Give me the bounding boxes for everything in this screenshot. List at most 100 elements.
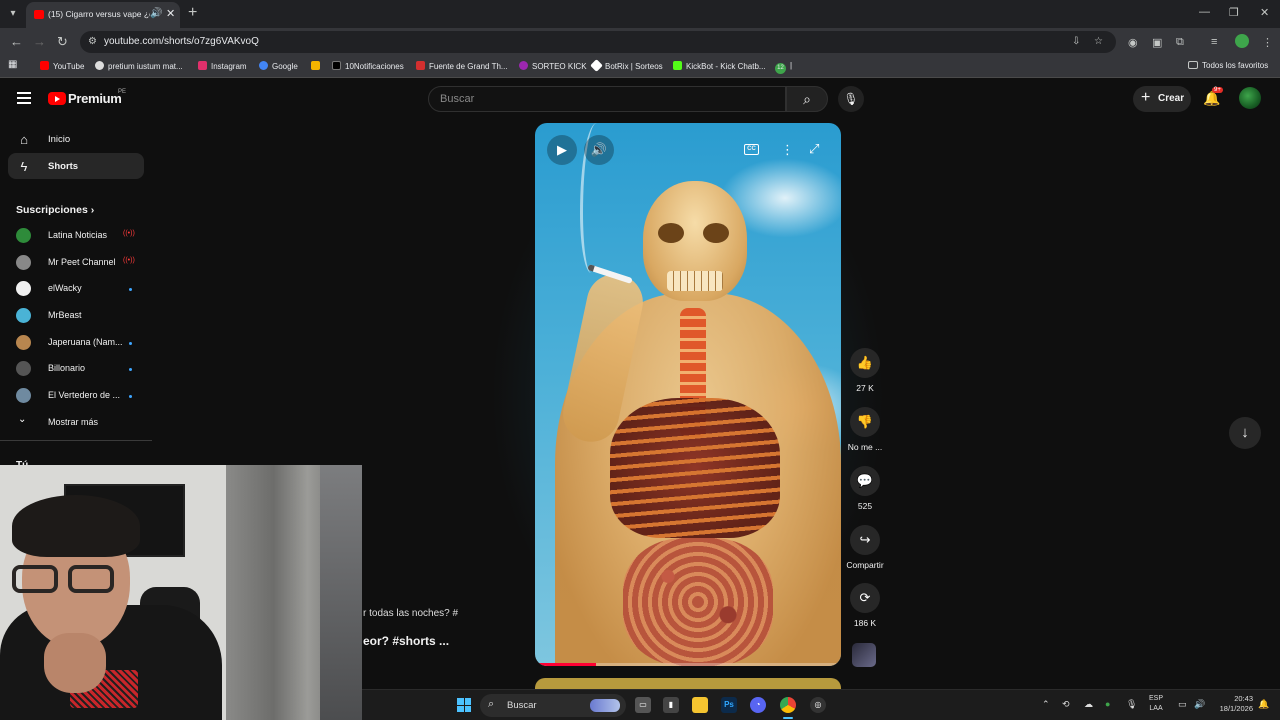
file-explorer-icon[interactable]	[692, 697, 708, 713]
bookmark-google[interactable]: Google	[259, 61, 298, 71]
all-bookmarks-folder[interactable]: Todos los favoritos	[1188, 61, 1268, 70]
feed-title-fragment[interactable]: eor? #shorts ...	[363, 634, 449, 648]
browser-menu-icon[interactable]: ⋮	[1262, 36, 1273, 49]
input-language[interactable]: ESP LAA	[1149, 694, 1163, 714]
tab-title: (15) Cigarro versus vape ¿cuál es peor?	[48, 9, 150, 19]
arrow-down-icon[interactable]: ↓	[1229, 417, 1261, 449]
search-input[interactable]: Buscar	[428, 86, 786, 112]
photoshop-icon[interactable]: Ps	[721, 697, 737, 713]
bookmark-unnamed[interactable]	[311, 61, 324, 71]
tray-mic-icon[interactable]: 🎙	[1126, 699, 1137, 710]
tray-app-icon[interactable]: ●	[1105, 699, 1110, 709]
youtube-logo-icon[interactable]	[48, 92, 66, 105]
extensions-puzzle-icon[interactable]: ⧉	[1176, 36, 1184, 49]
windows-start-icon[interactable]	[457, 698, 471, 712]
subscription-mr-peet[interactable]: Mr Peet Channel ((•))	[16, 253, 136, 271]
sidebar-item-label: Inicio	[48, 134, 71, 145]
minimize-icon[interactable]: —	[1199, 6, 1210, 18]
subscriptions-heading[interactable]: Suscripciones ›	[16, 204, 94, 216]
microphone-icon[interactable]: 🎙	[838, 86, 864, 112]
subscription-elwacky[interactable]: elWacky	[16, 279, 136, 297]
youtube-brand[interactable]: Premium	[68, 91, 122, 106]
video-progress-bar[interactable]	[535, 663, 841, 666]
app-icon[interactable]: ▮	[663, 697, 679, 713]
tray-cloud-icon[interactable]: ☁	[1084, 699, 1093, 710]
notification-center-icon[interactable]: 🔔	[1258, 699, 1269, 710]
extension-icon[interactable]: ◉	[1128, 36, 1138, 49]
tab-search-button[interactable]: ▾	[4, 5, 22, 23]
active-tab[interactable]: (15) Cigarro versus vape ¿cuál es peor? …	[26, 2, 180, 28]
subscription-el-vertedero[interactable]: El Vertedero de ...	[16, 386, 136, 404]
bookmark-kickbot[interactable]: KickBot - Kick Chatb...	[673, 61, 766, 71]
feed-title-fragment[interactable]: r todas las noches? #	[363, 608, 458, 619]
restore-icon[interactable]: ❐	[1229, 6, 1239, 19]
remix-button[interactable]: ⟳ 186 K	[844, 583, 886, 628]
forward-icon[interactable]: →	[33, 34, 46, 49]
task-view-icon[interactable]: ▭	[635, 697, 651, 713]
window-close-icon[interactable]: ✕	[1260, 6, 1269, 19]
account-avatar[interactable]	[1239, 87, 1261, 109]
sorteo-icon	[519, 61, 528, 70]
bookmark-star-icon[interactable]: ☆	[1094, 36, 1103, 47]
install-app-icon[interactable]: ⇩	[1072, 36, 1080, 47]
sidebar-item-shorts[interactable]: ϟ Shorts	[8, 153, 144, 179]
fandom-icon	[416, 61, 425, 70]
more-options-icon[interactable]: ⋮	[781, 142, 794, 158]
subscription-mrbeast[interactable]: MrBeast	[16, 306, 136, 324]
bookmark-sorteo-kick[interactable]: SORTEO KICK	[519, 61, 587, 71]
apps-grid-icon[interactable]: ▦	[8, 59, 17, 70]
search-icon[interactable]: ⌕	[786, 86, 828, 112]
obs-icon[interactable]: ◎	[810, 697, 826, 713]
tray-monitor-icon[interactable]: ▭	[1178, 699, 1187, 710]
comments-button[interactable]: 💬 525	[844, 466, 886, 511]
subscription-latina-noticias[interactable]: Latina Noticias ((•))	[16, 226, 136, 244]
discord-icon[interactable]: ◔	[750, 697, 766, 713]
bookmark-separator: |	[790, 61, 793, 70]
bookmark-botrix[interactable]: BotRix | Sorteos	[590, 59, 663, 72]
shorts-video-player[interactable]: ▶ 🔊 CC ⋮ ⤢	[535, 123, 841, 666]
tray-chevron-up-icon[interactable]: ⌃	[1042, 699, 1050, 710]
dislike-button[interactable]: 👎 No me ...	[844, 407, 886, 452]
new-tab-button[interactable]: +	[188, 4, 197, 22]
play-icon[interactable]: ▶	[547, 135, 577, 165]
fullscreen-icon[interactable]: ⤢	[809, 141, 819, 157]
bookmark-youtube[interactable]: YouTube	[40, 61, 84, 71]
close-tab-icon[interactable]: ✕	[166, 7, 175, 20]
menu-icon[interactable]	[17, 92, 31, 104]
tab-audio-icon[interactable]: 🔊	[150, 8, 162, 19]
chrome-icon[interactable]	[780, 697, 796, 719]
tray-sync-icon[interactable]: ⟲	[1062, 699, 1070, 710]
webcam-glasses	[12, 565, 132, 595]
bookmark-pretium[interactable]: pretium iustum mat...	[95, 61, 183, 71]
reload-icon[interactable]: ↻	[57, 34, 68, 50]
captions-icon[interactable]: CC	[744, 144, 759, 155]
like-button[interactable]: 👍 27 K	[844, 348, 886, 393]
subscription-japeruana[interactable]: Japeruana (Nam...	[16, 333, 136, 351]
windows-taskbar: ⌕ Buscar ▭ ▮ Ps ◔ ◎ ⌃ ⟲ ☁ ● 🎙 ESP LAA ▭ …	[362, 689, 1280, 720]
subscription-billonario[interactable]: Billonario	[16, 359, 136, 377]
share-button[interactable]: ↪ Compartir	[844, 525, 886, 570]
show-more-button[interactable]: ⌄ Mostrar más	[16, 413, 136, 431]
media-control-icon[interactable]: ≡	[1211, 36, 1217, 48]
comment-icon: 💬	[850, 466, 880, 496]
taskbar-clock[interactable]: 20:43 18/1/2026	[1213, 694, 1253, 714]
sidebar-item-home[interactable]: ⌂ Inicio	[8, 126, 144, 152]
bookmark-instagram[interactable]: Instagram	[198, 61, 247, 71]
volume-icon[interactable]: 🔊	[584, 135, 614, 165]
sound-thumbnail[interactable]	[852, 643, 876, 667]
plus-icon: +	[1141, 89, 1151, 106]
chevron-right-icon: ›	[90, 204, 95, 216]
taskbar-search[interactable]: ⌕ Buscar	[480, 694, 626, 717]
create-button[interactable]: + Crear	[1133, 86, 1191, 112]
sidebar-item-label: Shorts	[48, 161, 79, 172]
address-bar[interactable]: ⚙ youtube.com/shorts/o7zg6VAKvoQ ⇩ ☆	[80, 31, 1116, 53]
bookmark-10notificaciones[interactable]: 10Notificaciones	[332, 61, 404, 71]
extension-2-icon[interactable]: ▣	[1152, 36, 1162, 49]
botrix-icon	[590, 59, 603, 72]
back-icon[interactable]: ←	[10, 34, 23, 49]
bookmark-12[interactable]: 12 |	[775, 61, 792, 74]
bookmark-grand-theft[interactable]: Fuente de Grand Th...	[416, 61, 508, 71]
tray-volume-icon[interactable]: 🔊	[1194, 699, 1205, 710]
profile-avatar-icon[interactable]	[1235, 34, 1249, 48]
site-info-icon[interactable]: ⚙	[88, 36, 97, 47]
